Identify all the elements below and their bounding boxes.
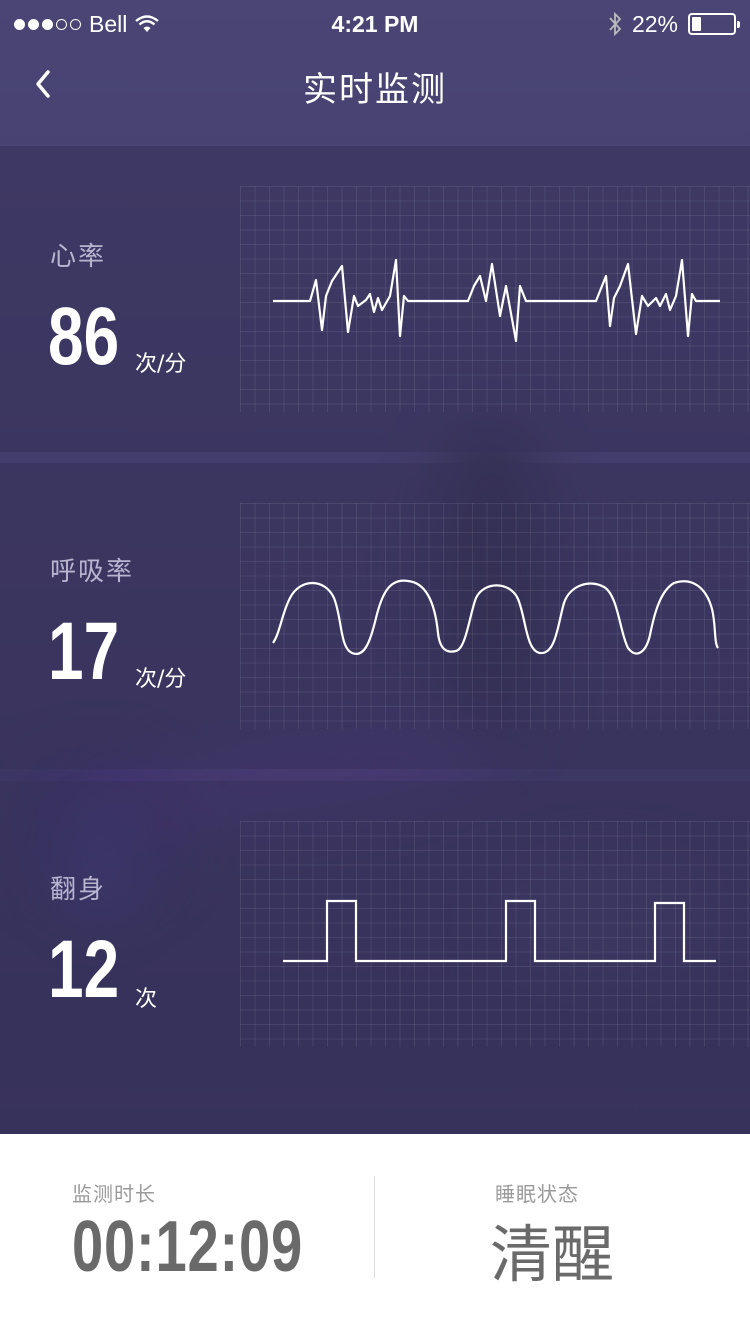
turn-over-value: 12 [48, 924, 120, 1015]
respiration-value: 17 [48, 606, 120, 697]
heart-rate-label: 心率 [50, 242, 107, 272]
navigation-bar: 实时监测 [0, 48, 750, 144]
respiration-label: 呼吸率 [50, 557, 135, 587]
battery-percentage: 22% [631, 10, 678, 37]
respiration-unit: 次/分 [135, 667, 187, 692]
bluetooth-icon [609, 12, 622, 36]
heart-rate-unit: 次/分 [135, 352, 187, 377]
carrier-name: Bell [89, 10, 128, 37]
respiration-card: 呼吸率 17 次/分 [0, 463, 750, 769]
turn-over-card: 翻身 12 次 [0, 781, 750, 1087]
duration-value: 00:12:09 [72, 1207, 304, 1287]
summary-footer: 监测时长 00:12:09 睡眠状态 清醒 [0, 1134, 750, 1334]
turn-over-unit: 次 [135, 987, 158, 1012]
battery-icon [688, 13, 740, 35]
duration-label: 监测时长 [72, 1182, 156, 1206]
status-time: 4:21 PM [331, 10, 419, 37]
turn-over-waveform [283, 899, 716, 963]
respiration-waveform [272, 579, 719, 656]
heart-rate-value: 86 [48, 291, 120, 382]
sleep-state-value: 清醒 [490, 1218, 615, 1291]
turn-over-label: 翻身 [50, 875, 107, 905]
footer-divider [374, 1176, 375, 1278]
status-bar: Bell 4:21 PM 22% [0, 0, 750, 48]
signal-strength-icon [14, 18, 81, 30]
page-title: 实时监测 [303, 69, 447, 110]
sleep-state-label: 睡眠状态 [495, 1182, 579, 1206]
heart-rate-card: 心率 86 次/分 [0, 146, 750, 452]
wifi-icon [135, 15, 160, 32]
back-arrow-icon[interactable] [28, 64, 68, 104]
heart-rate-waveform [273, 258, 720, 343]
